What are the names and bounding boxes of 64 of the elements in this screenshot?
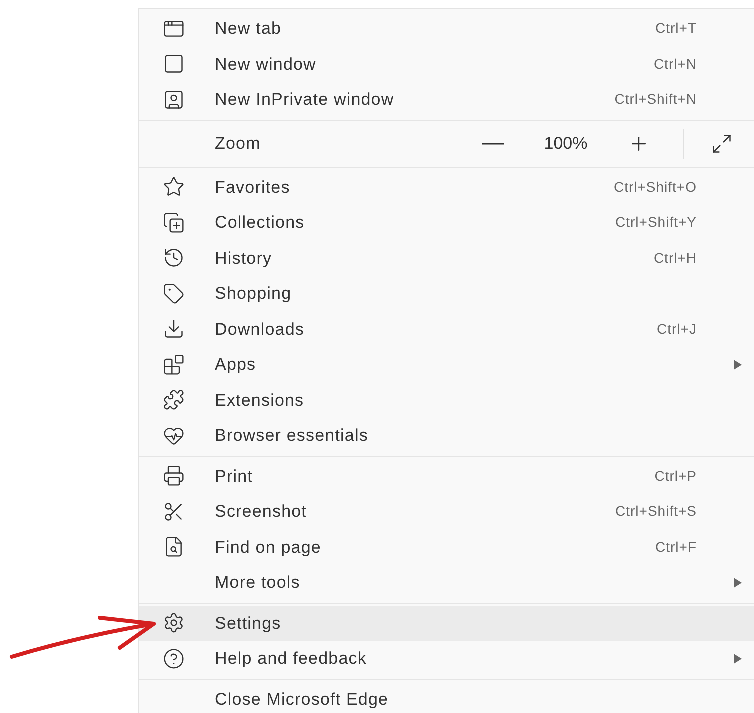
- menu-item[interactable]: Help and feedback: [139, 641, 754, 676]
- menu-item-label: Shopping: [215, 283, 292, 305]
- menu-item-label: Screenshot: [215, 501, 307, 523]
- menu-item-label: Extensions: [215, 390, 304, 412]
- shortcut-text: Ctrl+N: [654, 54, 697, 74]
- shortcut-text: Ctrl+Shift+N: [614, 90, 697, 110]
- scissors-icon: [163, 500, 185, 523]
- menu-item-label: Apps: [215, 354, 256, 376]
- history-icon: [163, 247, 185, 270]
- menu-item[interactable]: Shopping: [139, 276, 754, 312]
- menu-item[interactable]: Extensions: [139, 382, 754, 418]
- shortcut-text: Ctrl+Shift+Y: [616, 213, 697, 232]
- menu-item-label: Browser essentials: [215, 425, 368, 447]
- menu-item[interactable]: Downloads Ctrl+J: [139, 312, 754, 347]
- shortcut-text: Ctrl+H: [654, 248, 697, 268]
- menu-item-label: Downloads: [215, 318, 305, 340]
- menu-item-label: Collections: [215, 212, 305, 234]
- zoom-label: Zoom: [215, 132, 262, 155]
- help-icon: [163, 648, 185, 670]
- zoom-level: 100%: [543, 132, 589, 155]
- puzzle-icon: [163, 389, 185, 412]
- find-page-icon: [163, 536, 185, 558]
- shortcut-text: Ctrl+P: [654, 466, 697, 486]
- menu-item[interactable]: New InPrivate window Ctrl+Shift+N: [139, 82, 754, 118]
- collection-plus-icon: [163, 212, 185, 234]
- menu-item-label: Help and feedback: [215, 648, 367, 670]
- menu-item[interactable]: Screenshot Ctrl+Shift+S: [139, 494, 754, 530]
- menu-item-label: History: [215, 248, 272, 270]
- shortcut-text: Ctrl+F: [656, 538, 697, 557]
- tag-icon: [163, 282, 185, 305]
- window-icon: [163, 53, 185, 76]
- shortcut-text: Ctrl+T: [656, 19, 697, 38]
- menu-item[interactable]: Favorites Ctrl+Shift+O: [139, 170, 754, 205]
- shortcut-text: Ctrl+Shift+O: [614, 178, 697, 197]
- menu-item[interactable]: More tools: [139, 565, 754, 600]
- minus-icon: [482, 142, 504, 144]
- menu-item[interactable]: Collections Ctrl+Shift+Y: [139, 205, 754, 240]
- menu-item[interactable]: Settings: [139, 606, 754, 641]
- menu-item-label: New tab: [215, 18, 282, 40]
- private-window-icon: [163, 88, 185, 111]
- menu-item[interactable]: Print Ctrl+P: [139, 458, 754, 494]
- settings-icon: [163, 612, 185, 634]
- menu-item[interactable]: History Ctrl+H: [139, 240, 754, 276]
- printer-icon: [163, 465, 185, 488]
- menu-item-label: New InPrivate window: [215, 89, 394, 111]
- menu-item-label: Find on page: [215, 536, 322, 558]
- menu-item[interactable]: Browser essentials: [139, 418, 754, 454]
- star-list-icon: [163, 176, 185, 198]
- menu-item[interactable]: New tab Ctrl+T: [139, 11, 754, 46]
- expand-arrow-icon: [711, 132, 733, 154]
- menu-item[interactable]: Close Microsoft Edge: [139, 682, 754, 713]
- apps-icon: [163, 354, 185, 376]
- download-icon: [163, 318, 185, 340]
- menu-item-label: More tools: [215, 572, 300, 594]
- menu-item-label: Close Microsoft Edge: [215, 688, 389, 710]
- menu-item-label: Settings: [215, 612, 282, 634]
- menu-item-label: Print: [215, 466, 253, 488]
- shortcut-text: Ctrl+Shift+S: [616, 502, 697, 522]
- menu-item-label: New window: [215, 54, 316, 76]
- shortcut-text: Ctrl+J: [657, 320, 697, 339]
- menu-item[interactable]: New window Ctrl+N: [139, 46, 754, 82]
- menu-item[interactable]: Find on page Ctrl+F: [139, 530, 754, 565]
- menu-item[interactable]: Apps: [139, 347, 754, 382]
- menu-item-label: Favorites: [215, 176, 290, 198]
